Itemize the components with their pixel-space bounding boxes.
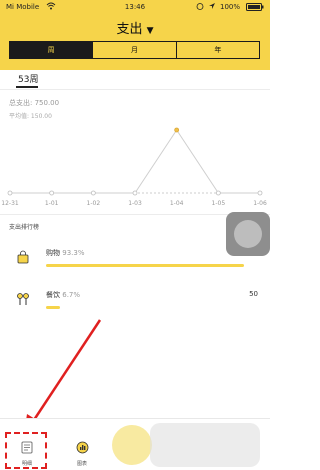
page-title[interactable]: 支出 ▼	[0, 18, 270, 37]
assistive-touch-icon	[234, 220, 262, 248]
chart-point[interactable]	[49, 190, 55, 196]
period-year-tab[interactable]: 年	[175, 42, 259, 58]
x-tick-label: 12-31	[1, 200, 19, 207]
chart-point[interactable]	[215, 190, 221, 196]
x-tick-label: 1-03	[128, 200, 142, 207]
chart-point[interactable]	[174, 127, 180, 133]
chart-icon	[76, 439, 89, 458]
nav-item-chart[interactable]: 图表	[62, 439, 102, 467]
ranking-item-percent: 6.7%	[62, 291, 81, 299]
chart-point[interactable]	[90, 190, 96, 196]
period-selector: 周 月 年	[9, 41, 260, 59]
ranking-item-name: 餐饮 6.7%	[46, 291, 81, 299]
chart-point[interactable]	[257, 190, 263, 196]
week-tab[interactable]: 53周	[18, 72, 38, 85]
divider	[0, 89, 270, 90]
total-expense: 总支出: 750.00	[9, 99, 60, 107]
annotation-highlight-box	[5, 432, 47, 469]
x-tick-label: 1-02	[87, 200, 101, 207]
x-tick-label: 1-01	[45, 200, 59, 207]
triangle-down-icon: ▼	[146, 26, 154, 36]
battery-percent: 100%	[220, 3, 241, 11]
floating-assistive-button[interactable]	[226, 212, 270, 256]
period-week-tab[interactable]: 周	[10, 42, 93, 58]
week-tab-underline	[16, 86, 38, 88]
average-value: 平均值: 150.00	[9, 113, 52, 120]
period-month-tab[interactable]: 月	[92, 42, 175, 58]
x-tick-label: 1-04	[170, 200, 184, 207]
nav-label: 图表	[76, 461, 87, 467]
x-tick-label: 1-05	[212, 200, 226, 207]
chart-point[interactable]	[132, 190, 138, 196]
location-icon	[208, 2, 216, 12]
chart-series-line	[10, 129, 260, 194]
ranking-title: 支出排行榜	[9, 224, 40, 231]
ranking-item-name: 购物 93.3%	[46, 249, 85, 257]
alarm-icon	[196, 2, 204, 12]
battery-icon	[246, 3, 264, 13]
header-bar: Mi Mobile 13:46 100% 支出 ▼ 周 月 年	[0, 0, 270, 70]
ranking-item-amount: 50	[249, 290, 258, 298]
x-tick-label: 1-06	[253, 200, 267, 207]
title-text: 支出	[116, 22, 143, 37]
expense-line-chart: 12-31 1-01 1-02 1-03 1-04 1-05 1-06	[1, 127, 267, 207]
ranking-item-bar	[46, 264, 244, 267]
chart-point[interactable]	[7, 190, 13, 196]
obscured-nav-area	[112, 425, 152, 465]
shopping-bag-icon	[16, 249, 30, 264]
ranking-item-percent: 93.3%	[62, 249, 85, 257]
obscured-nav-area	[150, 423, 260, 467]
